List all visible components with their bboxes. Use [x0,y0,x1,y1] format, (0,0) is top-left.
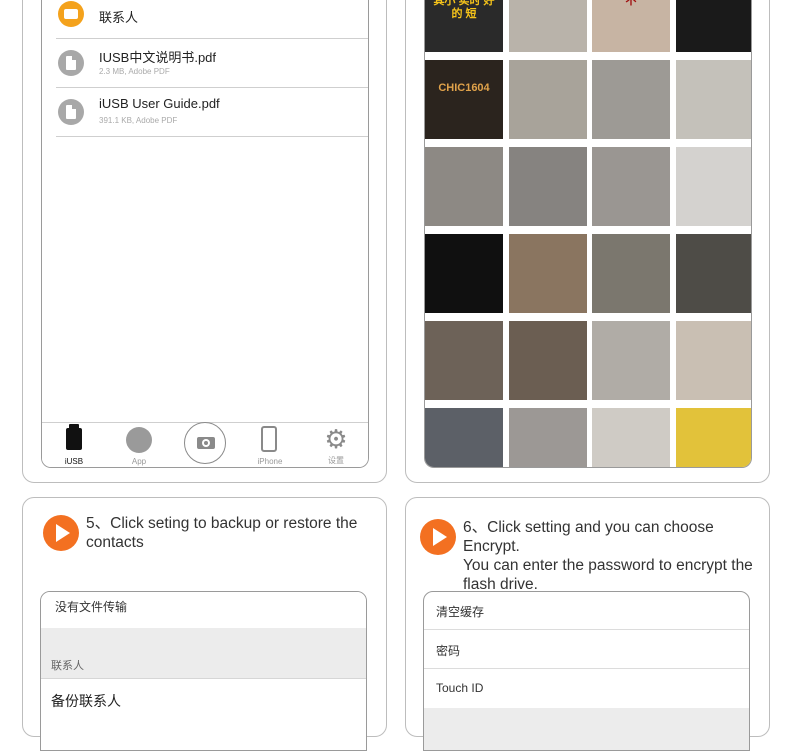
photo-thumbnail[interactable]: CHIC1604 [425,60,503,139]
thumbnail-text: 不 [625,0,637,7]
card-photo-grid: 其小 实时 好的 短 不 CHIC1604 [405,0,770,483]
file-name: 联系人 [99,10,139,25]
step-5-instruction: 5、Click seting to backup or restore the … [86,514,357,552]
tab-settings[interactable]: ⚙ 设置 [306,423,366,467]
photo-thumbnail[interactable] [675,234,751,313]
photo-thumbnail[interactable] [675,147,751,226]
photo-thumbnail[interactable] [508,60,587,139]
step-5-line-2: contacts [86,534,144,551]
card-file-browser: 联系人 IUSB中文说明书.pdf 2.3 MB, Adobe PDF iUSB… [22,0,387,483]
photo-thumbnail[interactable] [675,321,751,400]
photo-thumbnail[interactable] [508,234,587,313]
file-name: IUSB中文说明书.pdf [99,50,217,65]
touch-id-row[interactable]: Touch ID [424,669,749,708]
pdf-file-icon [58,50,84,76]
step-5-line-1: 5、Click seting to backup or restore the [86,515,358,532]
phone-screen-backup: 没有文件传输 联系人 备份联系人 [40,591,367,751]
transfer-status-row: 没有文件传输 [41,592,366,628]
phone-screen-photos: 其小 实时 好的 短 不 CHIC1604 [424,0,752,468]
file-meta: 391.1 KB, Adobe PDF [99,116,178,125]
tab-iusb[interactable]: iUSB [44,423,104,467]
touch-id-label: Touch ID [436,681,484,695]
photo-thumbnail[interactable] [592,321,670,400]
step-6-instruction: 6、Click setting and you can choose Encry… [463,518,769,594]
photo-thumbnail[interactable] [592,60,670,139]
photo-thumbnail[interactable] [675,408,751,467]
photo-thumbnail[interactable] [508,321,587,400]
photo-thumbnail[interactable] [675,0,751,52]
photo-thumbnail[interactable] [425,234,503,313]
phone-screen-files: 联系人 IUSB中文说明书.pdf 2.3 MB, Adobe PDF iUSB… [41,0,369,468]
gear-icon: ⚙ [324,424,348,454]
section-header-text: 联系人 [51,660,84,672]
phone-screen-settings: 清空缓存 密码 Touch ID [423,591,750,751]
section-header-contacts: 联系人 [41,628,366,678]
photo-thumbnail[interactable] [592,147,670,226]
tab-label: App [131,457,147,466]
list-item-contacts-folder[interactable]: 联系人 [56,0,368,39]
app-circle-icon [126,427,152,453]
tab-iphone[interactable]: iPhone [240,423,300,467]
password-label: 密码 [436,644,461,658]
play-icon [43,515,79,551]
step-6-line-1: 6、Click setting and you can choose Encry… [463,519,714,555]
tab-app[interactable]: App [109,423,169,467]
camera-icon [197,437,215,449]
tab-label: iPhone [257,457,283,466]
photo-thumbnail[interactable] [592,408,670,467]
camera-button[interactable] [184,422,226,464]
tab-bar: iUSB App iPhone ⚙ 设置 [42,422,368,467]
thumbnail-text: CHIC1604 [438,82,490,94]
photo-thumbnail[interactable] [508,408,587,467]
tab-camera[interactable] [175,422,235,467]
photo-thumbnail[interactable]: 其小 实时 好的 短 [425,0,503,52]
iphone-icon [261,426,277,452]
step-6-line-2: You can enter the password to encrypt th… [463,557,753,574]
list-item-pdf-cn[interactable]: IUSB中文说明书.pdf 2.3 MB, Adobe PDF [56,39,368,88]
photo-thumbnail[interactable] [425,321,503,400]
card-step-5: 5、Click seting to backup or restore the … [22,497,387,751]
photo-thumbnail[interactable] [425,408,503,467]
list-item-pdf-en[interactable]: iUSB User Guide.pdf 391.1 KB, Adobe PDF [56,88,368,137]
tab-label: 设置 [328,456,344,465]
clear-cache-label: 清空缓存 [436,605,485,619]
clear-cache-row[interactable]: 清空缓存 [424,592,749,630]
thumbnail-text: 其小 实时 好的 短 [433,0,495,20]
password-row[interactable]: 密码 [424,630,749,669]
photo-thumbnail[interactable]: 不 [592,0,670,52]
photo-thumbnail[interactable] [592,234,670,313]
photo-thumbnail[interactable] [425,147,503,226]
pdf-file-icon [58,99,84,125]
tab-label: iUSB [64,457,84,466]
usb-drive-icon [66,424,82,450]
photo-thumbnail[interactable] [508,0,587,52]
file-name: iUSB User Guide.pdf [99,96,220,111]
play-icon [420,519,456,555]
folder-icon [58,1,84,27]
transfer-status-text: 没有文件传输 [55,600,128,614]
settings-section-gap [424,708,749,750]
backup-contacts-row[interactable]: 备份联系人 [41,678,366,718]
file-meta: 2.3 MB, Adobe PDF [99,67,170,76]
backup-contacts-label: 备份联系人 [51,693,121,709]
photo-thumbnail[interactable] [675,60,751,139]
photo-thumbnail[interactable] [508,147,587,226]
card-step-6: 6、Click setting and you can choose Encry… [405,497,770,751]
